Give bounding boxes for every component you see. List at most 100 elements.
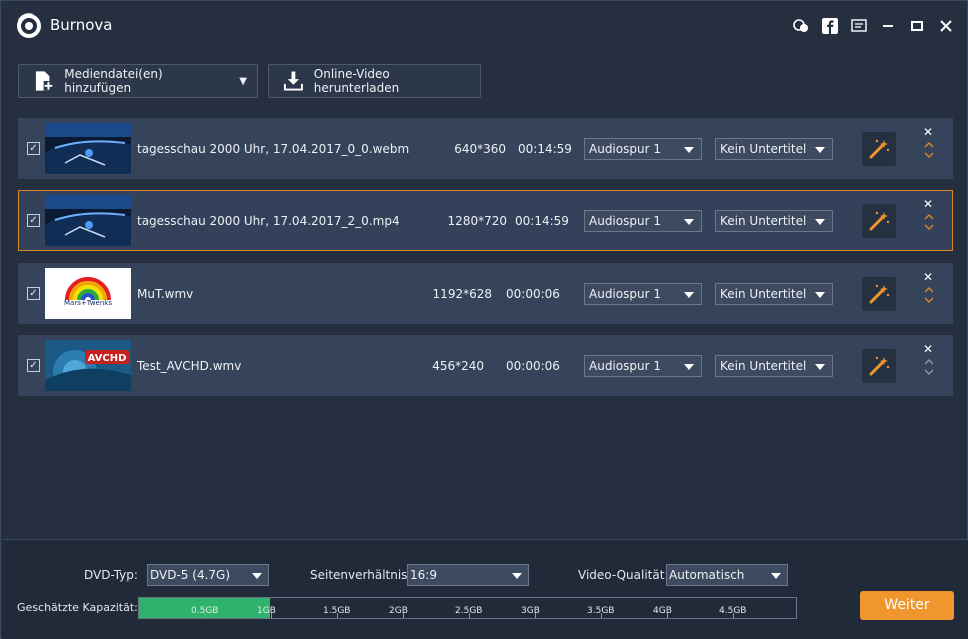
audio-track-value: Audiospur 1 xyxy=(589,287,661,301)
remove-row-icon[interactable]: ✕ xyxy=(923,125,933,139)
title-bar: Burnova xyxy=(1,1,967,51)
dropdown-arrow-icon xyxy=(815,292,825,298)
download-online-video-button[interactable]: Online-Video herunterladen xyxy=(268,64,481,98)
add-media-label: Mediendatei(en) hinzufügen xyxy=(64,67,163,95)
capacity-tick-mark xyxy=(403,613,404,618)
capacity-bar: 0.5GB 1GB 1.5GB 2GB 2.5GB 3GB 3.5GB 4GB 4.5GB xyxy=(138,597,797,619)
dropdown-arrow-icon xyxy=(684,364,694,370)
capacity-tick-mark xyxy=(667,613,668,618)
dropdown-arrow-icon xyxy=(684,292,694,298)
burnova-logo-icon xyxy=(17,13,41,38)
capacity-tick-mark xyxy=(733,613,734,618)
row-checkbox[interactable]: ✓ xyxy=(27,287,40,300)
aspect-ratio-label: Seitenverhältnis: xyxy=(310,568,412,582)
audio-track-value: Audiospur 1 xyxy=(589,142,661,156)
edit-effects-button[interactable] xyxy=(862,132,896,166)
file-resolution: 1192*628 xyxy=(432,287,492,301)
capacity-tick-label: 2GB xyxy=(389,606,408,616)
file-resolution: 456*240 xyxy=(432,359,484,373)
capacity-tick-label: 1GB xyxy=(257,606,276,616)
add-file-icon xyxy=(35,71,54,91)
magic-wand-icon xyxy=(869,356,890,376)
file-duration: 00:14:59 xyxy=(515,214,569,228)
audio-track-value: Audiospur 1 xyxy=(589,214,661,228)
aspect-ratio-value: 16:9 xyxy=(410,568,437,582)
capacity-tick-mark xyxy=(601,613,602,618)
chevron-down-icon[interactable]: ▼ xyxy=(239,76,247,87)
dropdown-arrow-icon xyxy=(771,573,781,579)
dropdown-arrow-icon xyxy=(512,573,522,579)
remove-row-icon[interactable]: ✕ xyxy=(923,342,933,356)
subtitle-select[interactable]: Kein Untertitel xyxy=(715,283,833,305)
video-quality-select[interactable]: Automatisch xyxy=(666,564,788,586)
file-name: tagesschau 2000 Uhr, 17.04.2017_2_0.mp4 xyxy=(137,214,400,228)
magic-wand-icon xyxy=(869,211,890,231)
magic-wand-icon xyxy=(869,139,890,159)
row-checkbox[interactable]: ✓ xyxy=(27,359,40,372)
audio-track-value: Audiospur 1 xyxy=(589,359,661,373)
remove-row-icon[interactable]: ✕ xyxy=(923,197,933,211)
next-button[interactable]: Weiter xyxy=(860,591,954,620)
reorder-arrows-icon[interactable] xyxy=(923,211,935,233)
capacity-tick-mark xyxy=(469,613,470,618)
output-settings-panel: DVD-Typ: DVD-5 (4.7G) Seitenverhältnis: … xyxy=(2,539,968,639)
file-row[interactable]: ✓ AVCHD Test_AVCHD.wmv 456*240 00:00:06 … xyxy=(18,335,953,396)
dropdown-arrow-icon xyxy=(815,219,825,225)
capacity-tick-label: 4GB xyxy=(653,606,672,616)
thumbnail-text: Mars+Twenks xyxy=(64,299,112,307)
close-icon[interactable] xyxy=(937,17,955,35)
reorder-arrows-icon[interactable] xyxy=(923,139,935,161)
file-row[interactable]: ✓ Mars+Twenks MuT.wmv 1192*628 00:00:06 … xyxy=(18,263,953,324)
video-quality-label: Video-Qualität: xyxy=(578,568,669,582)
subtitle-value: Kein Untertitel xyxy=(720,142,807,156)
dropdown-arrow-icon xyxy=(684,147,694,153)
file-name: Test_AVCHD.wmv xyxy=(137,359,242,373)
file-row[interactable]: ✓ tagesschau 2000 Uhr, 17.04.2017_2_0.mp… xyxy=(18,190,953,251)
capacity-label: Geschätzte Kapazität: xyxy=(17,601,138,614)
add-media-button[interactable]: Mediendatei(en) hinzufügen ▼ xyxy=(18,64,258,98)
capacity-tick-mark xyxy=(535,613,536,618)
capacity-tick-mark xyxy=(337,613,338,618)
file-row[interactable]: ✓ tagesschau 2000 Uhr, 17.04.2017_0_0.we… xyxy=(18,118,953,179)
subtitle-select[interactable]: Kein Untertitel xyxy=(715,210,833,232)
subtitle-select[interactable]: Kein Untertitel xyxy=(715,138,833,160)
aspect-ratio-select[interactable]: 16:9 xyxy=(407,564,529,586)
video-thumbnail xyxy=(45,123,131,174)
dropdown-arrow-icon xyxy=(815,147,825,153)
dropdown-arrow-icon xyxy=(815,364,825,370)
app-window: Burnova Mediendatei(en) hinzufügen ▼ Onl… xyxy=(0,0,968,639)
minimize-icon[interactable] xyxy=(879,17,897,35)
title-bar-controls xyxy=(792,17,955,35)
dvd-type-label: DVD-Typ: xyxy=(84,568,138,582)
edit-effects-button[interactable] xyxy=(862,277,896,311)
capacity-tick-mark xyxy=(205,613,206,618)
dvd-type-select[interactable]: DVD-5 (4.7G) xyxy=(147,564,269,586)
maximize-icon[interactable] xyxy=(908,17,926,35)
capacity-tick-label: 3GB xyxy=(521,606,540,616)
subtitle-select[interactable]: Kein Untertitel xyxy=(715,355,833,377)
facebook-icon[interactable] xyxy=(821,17,839,35)
audio-track-select[interactable]: Audiospur 1 xyxy=(584,283,702,305)
row-checkbox[interactable]: ✓ xyxy=(27,214,40,227)
file-resolution: 1280*720 xyxy=(447,214,507,228)
dvd-type-value: DVD-5 (4.7G) xyxy=(150,568,231,582)
reorder-arrows-icon[interactable] xyxy=(923,284,935,306)
video-thumbnail xyxy=(45,195,131,246)
capacity-tick-mark xyxy=(271,613,272,618)
audio-track-select[interactable]: Audiospur 1 xyxy=(584,210,702,232)
magic-wand-icon xyxy=(869,284,890,304)
dropdown-arrow-icon xyxy=(252,573,262,579)
menu-icon[interactable] xyxy=(850,17,868,35)
row-checkbox[interactable]: ✓ xyxy=(27,142,40,155)
audio-track-select[interactable]: Audiospur 1 xyxy=(584,355,702,377)
edit-effects-button[interactable] xyxy=(862,349,896,383)
file-name: tagesschau 2000 Uhr, 17.04.2017_0_0.webm xyxy=(137,142,410,156)
file-duration: 00:14:59 xyxy=(518,142,572,156)
edit-effects-button[interactable] xyxy=(862,204,896,238)
feedback-icon[interactable] xyxy=(792,17,810,35)
reorder-arrows-icon[interactable] xyxy=(923,356,935,378)
audio-track-select[interactable]: Audiospur 1 xyxy=(584,138,702,160)
video-quality-value: Automatisch xyxy=(669,568,745,582)
subtitle-value: Kein Untertitel xyxy=(720,287,807,301)
remove-row-icon[interactable]: ✕ xyxy=(923,270,933,284)
